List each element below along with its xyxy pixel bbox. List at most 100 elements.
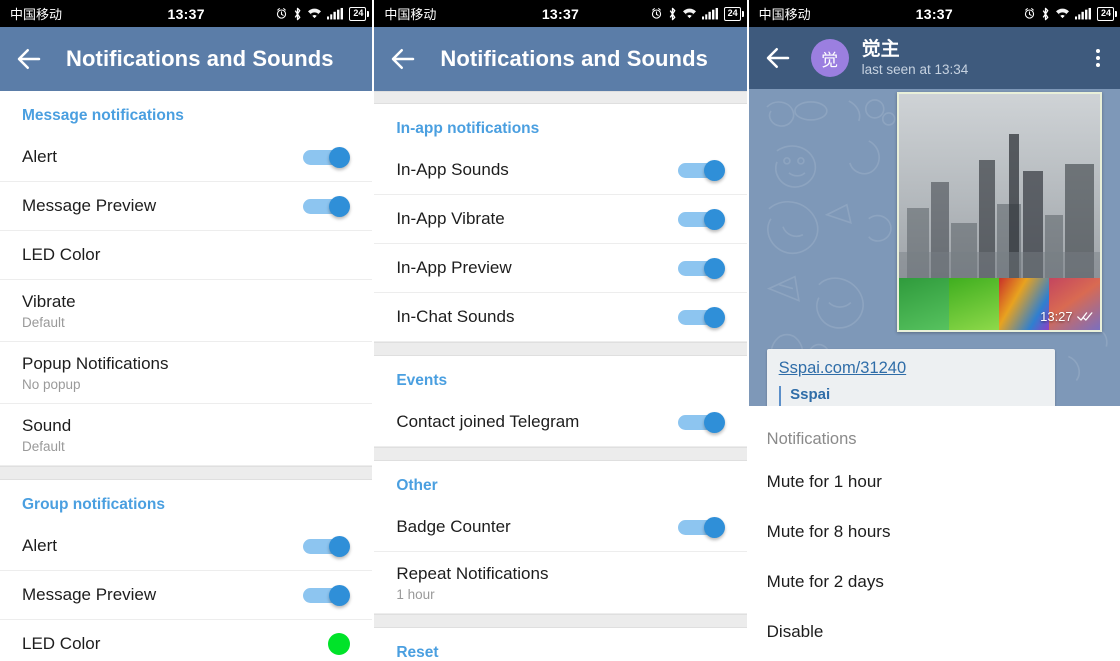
setting-row-in-app-sounds[interactable]: In-App Sounds: [374, 146, 747, 195]
row-label: Badge Counter: [396, 517, 511, 537]
setting-row-vibrate[interactable]: Vibrate Default: [0, 280, 373, 342]
menu-item-mute-2-days[interactable]: Mute for 2 days: [749, 557, 1120, 607]
row-control[interactable]: [303, 147, 351, 168]
setting-row-repeat-notifications[interactable]: Repeat Notifications 1 hour: [374, 552, 747, 614]
row-label: Message Preview: [22, 585, 157, 605]
setting-row-sound[interactable]: Sound Default: [0, 404, 373, 466]
toggle-switch-on[interactable]: [303, 585, 351, 606]
setting-row-popup-notifications[interactable]: Popup Notifications No popup: [0, 342, 373, 404]
setting-row-group-message-preview[interactable]: Message Preview: [0, 571, 373, 620]
status-bar: 中国移动 13:37 24: [748, 0, 1120, 27]
bluetooth-icon: [1042, 7, 1049, 20]
signal-icon: [1074, 7, 1091, 20]
row-label: Alert: [22, 536, 57, 556]
row-control[interactable]: [328, 633, 351, 655]
row-subtitle: No popup: [22, 377, 81, 393]
toggle-switch-on[interactable]: [677, 209, 725, 230]
menu-item-mute-1-hour[interactable]: Mute for 1 hour: [749, 457, 1120, 507]
row-control[interactable]: [677, 209, 725, 230]
row-label: LED Color: [22, 634, 101, 654]
page-title: Notifications and Sounds: [440, 46, 708, 71]
setting-row-in-chat-sounds[interactable]: In-Chat Sounds: [374, 293, 747, 342]
row-subtitle: 1 hour: [396, 587, 435, 603]
section-header-other: Other: [396, 477, 438, 494]
row-subtitle: Default: [22, 315, 65, 331]
row-label: In-Chat Sounds: [396, 307, 515, 327]
back-arrow-icon[interactable]: [388, 44, 418, 74]
row-control[interactable]: [303, 585, 351, 606]
back-arrow-icon[interactable]: [763, 43, 793, 73]
setting-row-message-preview[interactable]: Message Preview: [0, 182, 373, 231]
message-timestamp: 13:27: [1040, 309, 1093, 324]
row-label: In-App Sounds: [396, 160, 509, 180]
status-icons: 24: [275, 6, 370, 21]
section-divider: [374, 342, 747, 356]
row-control[interactable]: [677, 412, 725, 433]
section-header-reset[interactable]: Reset: [374, 628, 746, 661]
row-label: Repeat Notifications: [396, 563, 549, 583]
photo-color-strip: 13:27: [898, 278, 1100, 330]
settings-list-panel2[interactable]: In-app notifications In-App Sounds In-Ap…: [374, 91, 747, 661]
row-control[interactable]: [677, 258, 725, 279]
link-preview-card[interactable]: Sspai.com/31240 Sspai 后续苹果官为什么你应该退出苹果 Re…: [766, 349, 1055, 406]
row-control[interactable]: [677, 160, 725, 181]
toggle-switch-on[interactable]: [303, 536, 351, 557]
row-label: Contact joined Telegram: [396, 412, 580, 432]
page-title: Notifications and Sounds: [66, 46, 334, 71]
row-label: LED Color: [22, 245, 101, 265]
row-control[interactable]: [303, 536, 351, 557]
section-header-message-notifications: Message notifications: [22, 107, 184, 124]
setting-row-group-led-color[interactable]: LED Color: [0, 620, 373, 661]
row-label: In-App Vibrate: [396, 209, 505, 229]
toggle-switch-on[interactable]: [677, 160, 725, 181]
chat-title: 觉主: [861, 38, 900, 60]
avatar[interactable]: 觉: [810, 39, 849, 77]
chat-last-seen: last seen at 13:34: [861, 62, 969, 78]
toggle-switch-on[interactable]: [677, 412, 725, 433]
menu-item-disable[interactable]: Disable: [749, 607, 1120, 657]
photo-message-bubble[interactable]: 13:27: [896, 92, 1102, 332]
link-url[interactable]: Sspai.com/31240: [779, 359, 1043, 378]
setting-row-contact-joined-telegram[interactable]: Contact joined Telegram: [374, 398, 747, 447]
chat-app-bar: 觉 觉主 last seen at 13:34: [748, 27, 1120, 89]
wifi-icon: [308, 8, 322, 19]
battery-icon: 24: [1096, 6, 1118, 21]
row-label: Popup Notifications: [22, 353, 169, 373]
toggle-switch-on[interactable]: [303, 147, 351, 168]
row-control[interactable]: [303, 196, 351, 217]
back-arrow-icon[interactable]: [14, 44, 44, 74]
menu-item-mute-8-hours[interactable]: Mute for 8 hours: [749, 507, 1120, 557]
toggle-switch-on[interactable]: [677, 517, 725, 538]
setting-row-group-alert[interactable]: Alert: [0, 522, 373, 571]
bluetooth-icon: [295, 7, 301, 20]
chat-identity[interactable]: 觉主 last seen at 13:34: [862, 39, 969, 77]
led-color-swatch-green[interactable]: [328, 633, 351, 655]
signal-icon: [327, 7, 344, 20]
row-control[interactable]: [677, 517, 725, 538]
toggle-switch-on[interactable]: [677, 307, 725, 328]
toggle-switch-on[interactable]: [677, 258, 725, 279]
toggle-switch-on[interactable]: [303, 196, 351, 217]
setting-row-in-app-preview[interactable]: In-App Preview: [374, 244, 747, 293]
app-bar: Notifications and Sounds: [0, 27, 373, 91]
setting-row-badge-counter[interactable]: Badge Counter: [374, 503, 747, 552]
section-divider: [374, 614, 747, 628]
battery-icon: 24: [349, 6, 370, 21]
row-label: Sound: [22, 415, 72, 435]
overflow-menu-icon[interactable]: [1095, 49, 1106, 67]
status-bar: 中国移动 13:37 24: [0, 0, 373, 27]
setting-row-in-app-vibrate[interactable]: In-App Vibrate: [374, 195, 747, 244]
alarm-icon: [277, 8, 287, 19]
alarm-icon: [1024, 8, 1035, 19]
settings-list-panel1[interactable]: Message notifications Alert Message Prev…: [0, 91, 373, 661]
double-check-icon: [1076, 312, 1093, 321]
battery-icon: 24: [723, 6, 744, 21]
status-icons: 24: [650, 6, 744, 21]
section-divider: [374, 447, 747, 461]
setting-row-alert[interactable]: Alert: [0, 133, 373, 182]
link-accent-bar: [778, 386, 782, 406]
row-subtitle: Default: [22, 439, 65, 455]
row-control[interactable]: [677, 307, 725, 328]
setting-row-led-color[interactable]: LED Color: [0, 231, 373, 280]
wifi-icon: [1055, 8, 1069, 19]
